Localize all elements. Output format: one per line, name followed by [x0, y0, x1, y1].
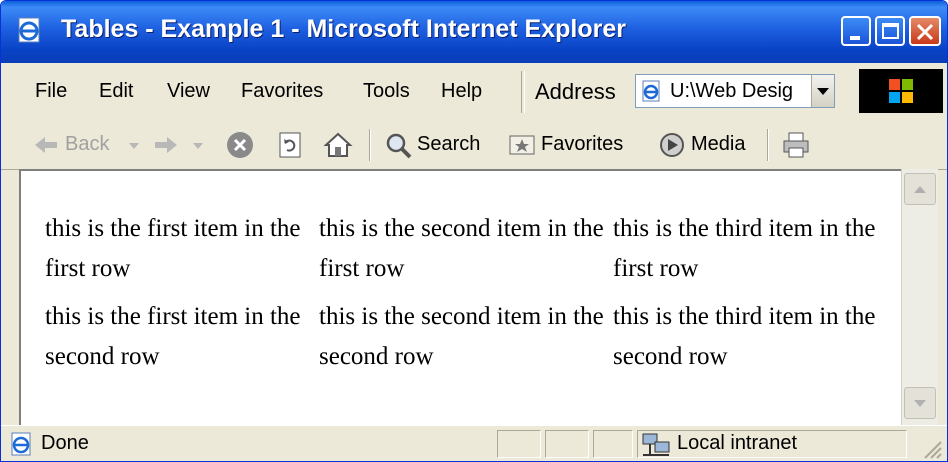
- favorites-label: Favorites: [541, 133, 624, 155]
- close-button[interactable]: [909, 16, 941, 46]
- maximize-button[interactable]: [875, 16, 905, 46]
- menu-help[interactable]: Help: [441, 80, 482, 103]
- back-arrow-icon: [35, 137, 57, 153]
- table-cell: this is the second item in the second ro…: [319, 303, 604, 370]
- address-bar[interactable]: U:\Web Desig: [635, 74, 835, 108]
- zone-text: Local intranet: [677, 432, 798, 454]
- table-cell: this is the second item in the first row: [319, 215, 604, 282]
- toolbar-separator: [369, 129, 371, 161]
- chevron-down-icon: [193, 143, 203, 149]
- status-bar: Done Local intranet: [1, 425, 947, 461]
- menu-edit[interactable]: Edit: [99, 80, 133, 103]
- content-table: this is the first item in the first row …: [45, 209, 887, 385]
- media-button[interactable]: Media: [657, 130, 755, 160]
- vertical-scrollbar[interactable]: [901, 169, 938, 425]
- refresh-button[interactable]: [275, 130, 307, 160]
- menu-tools[interactable]: Tools: [363, 80, 410, 103]
- table-cell: this is the first item in the first row: [45, 215, 301, 282]
- menu-bar: File Edit View Favorites Tools Help Addr…: [1, 63, 947, 122]
- status-text: Done: [41, 432, 89, 454]
- scroll-down-button[interactable]: [904, 387, 936, 419]
- menu-file[interactable]: File: [35, 80, 67, 103]
- ie-page-icon: [11, 432, 31, 456]
- search-label: Search: [417, 133, 481, 155]
- address-label: Address: [535, 79, 616, 104]
- arrow-up-icon: [914, 186, 926, 193]
- table-cell: this is the first item in the second row: [45, 303, 301, 370]
- address-dropdown-button[interactable]: [811, 75, 834, 107]
- intranet-zone-icon: [642, 433, 670, 456]
- table-row: this is the first item in the second row…: [45, 297, 887, 385]
- ie-page-icon: [18, 17, 40, 43]
- stop-icon: [227, 132, 253, 158]
- status-pane: [593, 430, 633, 458]
- status-pane: [545, 430, 589, 458]
- window-title: Tables - Example 1 - Microsoft Internet …: [61, 15, 626, 43]
- table-cell: this is the third item in the first row: [613, 215, 876, 282]
- ie-page-icon: [642, 80, 660, 102]
- stop-button[interactable]: [225, 130, 257, 160]
- standard-toolbar: Back Search Favorites Media: [1, 121, 947, 170]
- minimize-icon: [850, 36, 860, 40]
- refresh-icon: [279, 132, 301, 158]
- back-button[interactable]: Back: [31, 130, 151, 160]
- toolbar-separator: [767, 129, 769, 161]
- resize-grip-icon[interactable]: [919, 436, 943, 460]
- forward-arrow-icon: [155, 137, 177, 153]
- status-pane: [497, 430, 541, 458]
- forward-button[interactable]: [151, 130, 211, 160]
- home-button[interactable]: [323, 130, 357, 160]
- menu-separator: [521, 71, 525, 113]
- address-value: U:\Web Desig: [670, 80, 794, 102]
- media-label: Media: [691, 133, 746, 155]
- table-row: this is the first item in the first row …: [45, 209, 887, 297]
- home-icon: [323, 132, 353, 157]
- arrow-down-icon: [914, 400, 926, 407]
- browser-window: Tables - Example 1 - Microsoft Internet …: [0, 0, 948, 462]
- media-icon: [660, 133, 684, 157]
- windows-logo: [859, 69, 943, 113]
- table-cell: this is the third item in the second row: [613, 303, 876, 370]
- menu-favorites[interactable]: Favorites: [241, 80, 323, 103]
- menu-view[interactable]: View: [167, 80, 210, 103]
- chevron-down-icon: [129, 143, 139, 149]
- back-label: Back: [65, 133, 110, 155]
- close-icon: [916, 23, 934, 41]
- favorites-star-icon: [509, 135, 535, 155]
- minimize-button[interactable]: [841, 16, 871, 46]
- dropdown-arrow-icon: [817, 88, 829, 95]
- printer-icon: [783, 132, 809, 158]
- search-button[interactable]: Search: [383, 130, 487, 160]
- maximize-icon: [882, 23, 899, 39]
- page-content: this is the first item in the first row …: [19, 169, 901, 427]
- title-bar[interactable]: Tables - Example 1 - Microsoft Internet …: [1, 1, 947, 63]
- favorites-button[interactable]: Favorites: [507, 130, 635, 160]
- print-button[interactable]: [781, 130, 815, 160]
- scroll-up-button[interactable]: [904, 173, 936, 205]
- search-icon: [386, 133, 412, 159]
